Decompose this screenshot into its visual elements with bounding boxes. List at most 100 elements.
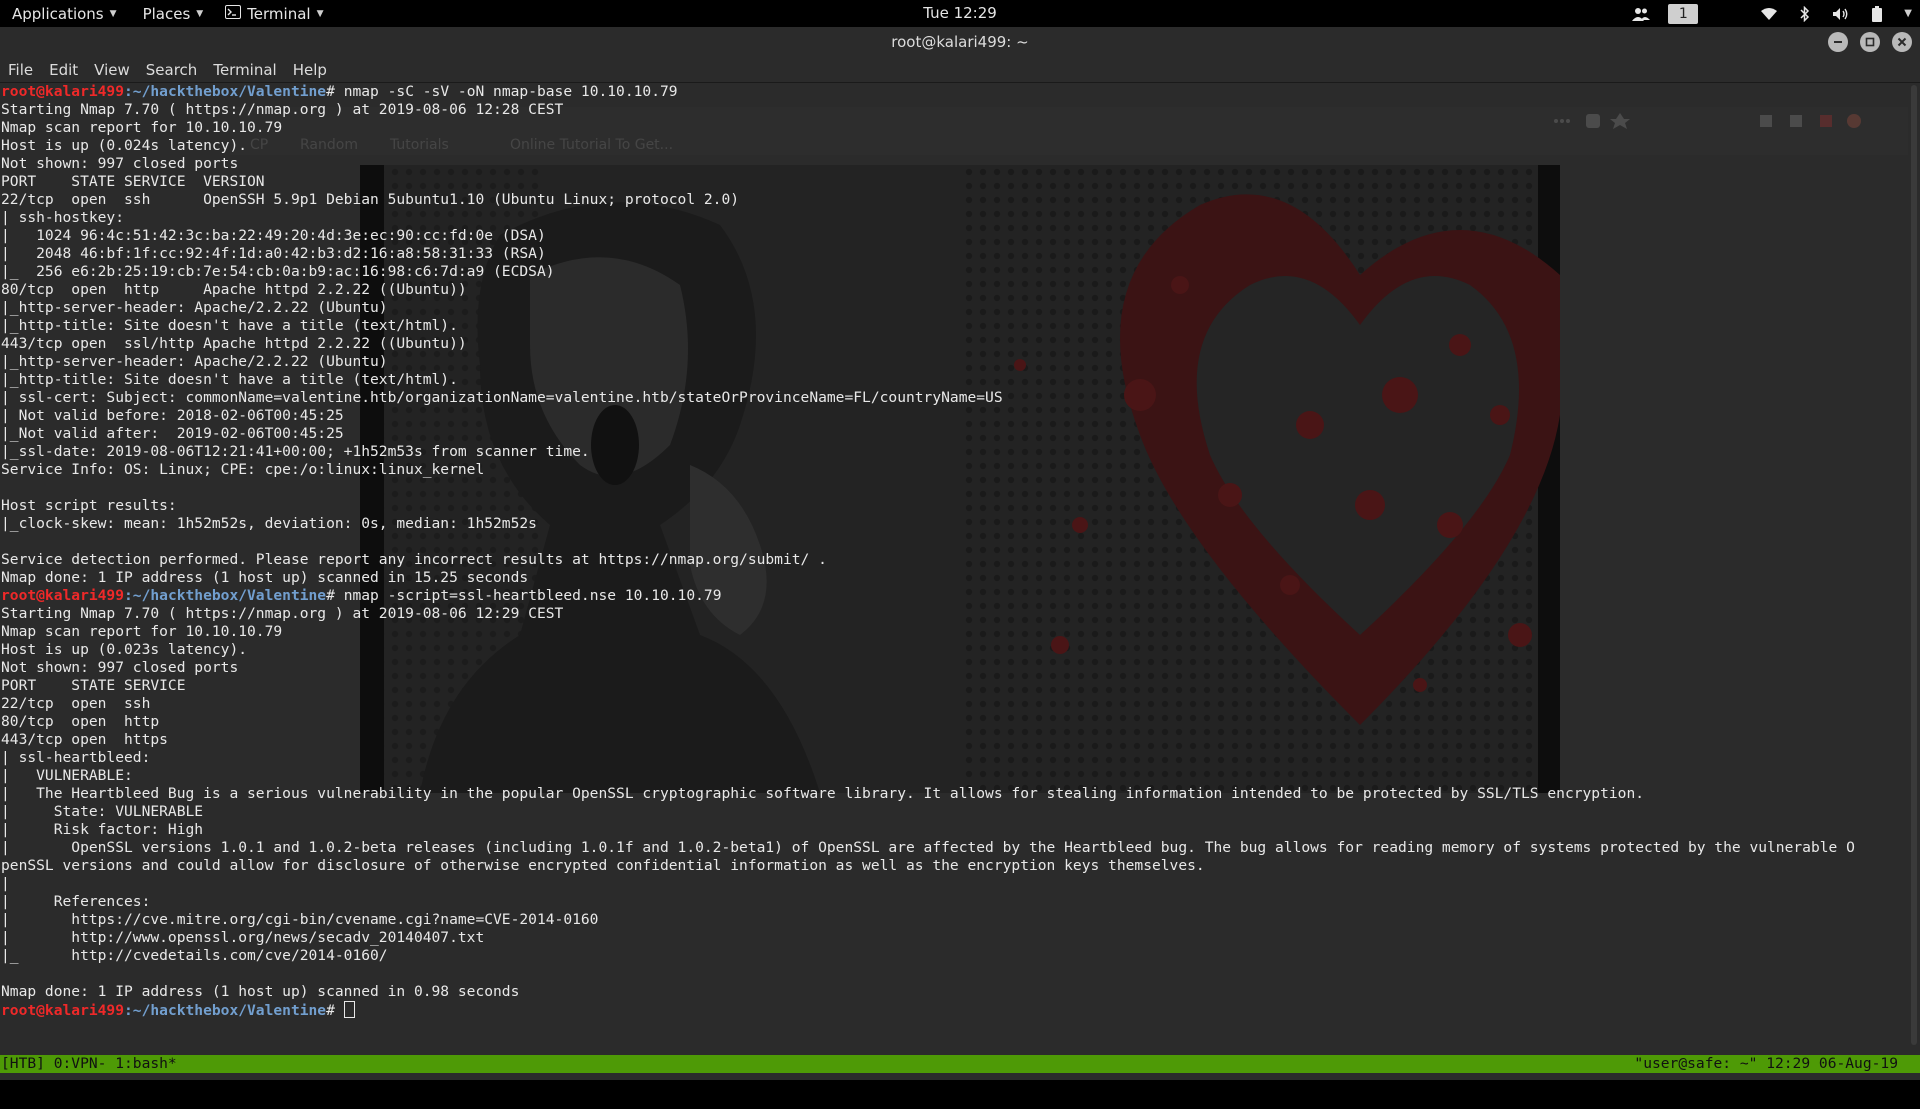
output-line: Starting Nmap 7.70 ( https://nmap.org ) … [1, 605, 564, 622]
output-line: | ssh-hostkey: [1, 209, 133, 226]
output-line: |_Not valid after: 2019-02-06T00:45:25 [1, 425, 344, 442]
chevron-down-icon: ▼ [316, 8, 324, 19]
output-line: Not shown: 997 closed ports [1, 659, 239, 676]
workspace-indicator[interactable]: 1 [1668, 3, 1699, 24]
command-text: nmap -sC -sV -oN nmap-base 10.10.10.79 [343, 83, 678, 100]
tmux-status-right: "user@safe: ~" 12:29 06-Aug-19 [1634, 1055, 1898, 1072]
output-line: | The Heartbleed Bug is a serious vulner… [1, 785, 1645, 802]
tmux-window-list[interactable]: [HTB] 0:VPN- 1:bash* [1, 1055, 177, 1073]
users-icon[interactable] [1632, 5, 1651, 23]
maximize-icon[interactable] [1860, 32, 1880, 52]
output-line: |_http-server-header: Apache/2.2.22 (Ubu… [1, 299, 388, 316]
output-line: | ssl-heartbleed: [1, 749, 160, 766]
output-line: 80/tcp open http [1, 713, 160, 730]
wifi-icon[interactable] [1760, 5, 1778, 23]
prompt-path: :~/hackthebox/Valentine [124, 83, 327, 100]
system-menu-chevron-icon[interactable]: ▼ [1904, 8, 1912, 19]
prompt-path: :~/hackthebox/Valentine [124, 587, 327, 604]
output-line: penSSL versions and could allow for disc… [1, 857, 1205, 874]
places-menu[interactable]: Places ▼ [129, 0, 216, 27]
output-line: Nmap scan report for 10.10.10.79 [1, 119, 283, 136]
window-title: root@kalari499: ~ [891, 33, 1029, 51]
prompt-line: root@kalari499:~/hackthebox/Valentine# [1, 1001, 1855, 1019]
prompt-symbol: # [326, 1002, 344, 1019]
output-line: | VULNERABLE: [1, 767, 133, 784]
output-line: | 2048 46:bf:1f:cc:92:4f:1d:a0:42:b3:d2:… [1, 245, 546, 262]
output-line: |_ 256 e6:2b:25:19:cb:7e:54:cb:0a:b9:ac:… [1, 263, 555, 280]
terminal-scrollbar[interactable] [1908, 83, 1920, 1055]
applications-menu[interactable]: Applications ▼ [0, 0, 129, 27]
applications-label: Applications [12, 4, 104, 23]
output-line: Service detection performed. Please repo… [1, 551, 827, 568]
output-line: | OpenSSL versions 1.0.1 and 1.0.2-beta … [1, 839, 1855, 856]
output-line: Host script results: [1, 497, 177, 514]
window-bottom-border [0, 1073, 1920, 1080]
prompt-line: root@kalari499:~/hackthebox/Valentine# n… [1, 587, 1855, 605]
output-line: Nmap scan report for 10.10.10.79 [1, 623, 283, 640]
terminal-cursor [343, 1001, 355, 1018]
output-line: PORT STATE SERVICE [1, 677, 186, 694]
places-label: Places [142, 4, 191, 23]
output-line: | ssl-cert: Subject: commonName=valentin… [1, 389, 1003, 406]
output-line: | References: [1, 893, 151, 910]
prompt-line: root@kalari499:~/hackthebox/Valentine# n… [1, 83, 1855, 101]
output-line: | http://www.openssl.org/news/secadv_201… [1, 929, 494, 946]
scrollbar-thumb[interactable] [1911, 85, 1917, 1045]
prompt-path: :~/hackthebox/Valentine [124, 1002, 327, 1019]
output-line: | State: VULNERABLE [1, 803, 204, 820]
prompt-user: root@kalari499 [1, 1002, 125, 1019]
terminal-app-label: Terminal [247, 4, 311, 23]
system-top-bar: Applications ▼ Places ▼ Terminal ▼ Tue 1… [0, 0, 1920, 27]
menu-terminal[interactable]: Terminal [205, 57, 284, 83]
window-titlebar[interactable]: root@kalari499: ~ [0, 27, 1920, 57]
output-line: 443/tcp open https [1, 731, 168, 748]
output-line: |_ http://cvedetails.com/cve/2014-0160/ [1, 947, 388, 964]
output-line: |_http-title: Site doesn't have a title … [1, 371, 458, 388]
menu-search[interactable]: Search [138, 57, 206, 83]
output-line: Service Info: OS: Linux; CPE: cpe:/o:lin… [1, 461, 485, 478]
prompt-symbol: # [326, 83, 344, 100]
terminal-icon [225, 4, 242, 23]
bluetooth-icon[interactable] [1796, 5, 1814, 23]
tmux-status-bar: [HTB] 0:VPN- 1:bash* "user@safe: ~" 12:2… [0, 1055, 1920, 1073]
output-line: | https://cve.mitre.org/cgi-bin/cvename.… [1, 911, 599, 928]
terminal-menubar: File Edit View Search Terminal Help [0, 57, 1920, 83]
menu-file[interactable]: File [0, 57, 41, 83]
output-line: | Risk factor: High [1, 821, 204, 838]
terminal-viewport[interactable]: CP Random Tutorials Online Tutorial To G… [0, 83, 1920, 1055]
close-icon[interactable] [1892, 32, 1912, 52]
prompt-user: root@kalari499 [1, 83, 125, 100]
output-line: 22/tcp open ssh [1, 695, 151, 712]
output-line: |_http-title: Site doesn't have a title … [1, 317, 458, 334]
output-line: | Not valid before: 2018-02-06T00:45:25 [1, 407, 344, 424]
output-line: Not shown: 997 closed ports [1, 155, 239, 172]
menu-view[interactable]: View [86, 57, 138, 83]
output-line: |_ssl-date: 2019-08-06T12:21:41+00:00; +… [1, 443, 590, 460]
output-line: Nmap done: 1 IP address (1 host up) scan… [1, 569, 529, 586]
menu-edit[interactable]: Edit [41, 57, 86, 83]
output-line: Starting Nmap 7.70 ( https://nmap.org ) … [1, 101, 564, 118]
prompt-user: root@kalari499 [1, 587, 125, 604]
terminal-app-menu[interactable]: Terminal ▼ [215, 0, 335, 27]
output-line: 80/tcp open http Apache httpd 2.2.22 ((U… [1, 281, 467, 298]
output-line: 443/tcp open ssl/http Apache httpd 2.2.2… [1, 335, 467, 352]
volume-icon[interactable] [1832, 5, 1850, 23]
chevron-down-icon: ▼ [109, 8, 117, 19]
menu-help[interactable]: Help [285, 57, 335, 83]
output-line: Host is up (0.024s latency). [1, 137, 248, 154]
output-line: Host is up (0.023s latency). [1, 641, 248, 658]
output-line: |_clock-skew: mean: 1h52m52s, deviation:… [1, 515, 537, 532]
chevron-down-icon: ▼ [196, 8, 204, 19]
minimize-icon[interactable] [1828, 32, 1848, 52]
command-text: nmap -script=ssl-heartbleed.nse 10.10.10… [343, 587, 722, 604]
prompt-symbol: # [326, 587, 344, 604]
output-line: PORT STATE SERVICE VERSION [1, 173, 265, 190]
output-line: 22/tcp open ssh OpenSSH 5.9p1 Debian 5ub… [1, 191, 740, 208]
output-line: | 1024 96:4c:51:42:3c:ba:22:49:20:4d:3e:… [1, 227, 546, 244]
output-line: | [1, 875, 107, 892]
battery-icon[interactable] [1868, 5, 1886, 23]
output-line: |_http-server-header: Apache/2.2.22 (Ubu… [1, 353, 388, 370]
